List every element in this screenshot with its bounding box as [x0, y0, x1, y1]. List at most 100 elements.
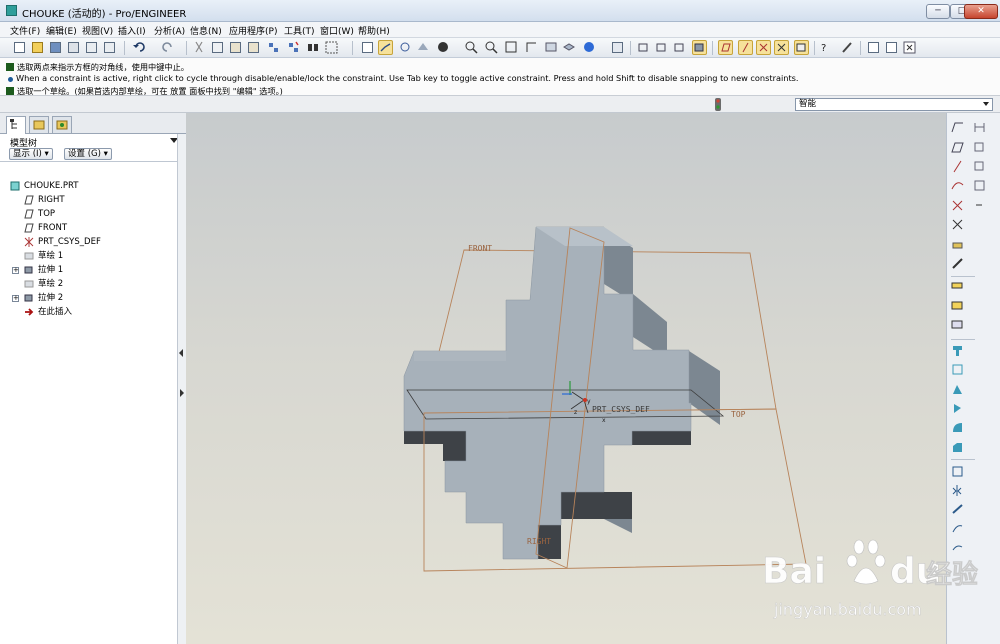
zoom-in-icon[interactable]	[464, 40, 479, 55]
csys-label: PRT_CSYS_DEF	[592, 405, 650, 414]
zoom-out-icon[interactable]	[484, 40, 499, 55]
display-style-icon[interactable]	[582, 40, 597, 55]
revolve-tool-icon[interactable]	[951, 300, 964, 313]
draft-tool-icon[interactable]	[951, 402, 964, 415]
sketch-grid-icon[interactable]	[360, 40, 375, 55]
hidden-line-icon[interactable]	[654, 40, 669, 55]
menu-insert[interactable]: 插入(I)	[118, 24, 146, 37]
merge-tool-icon[interactable]	[951, 503, 964, 516]
window-close-icon[interactable]	[902, 40, 917, 55]
svg-text:Bai: Bai	[762, 551, 826, 592]
csys-toggle-icon[interactable]	[774, 40, 789, 55]
annotation-edit-icon[interactable]	[840, 40, 855, 55]
analysis-tool-icon[interactable]	[951, 237, 964, 250]
expand-icon[interactable]: +	[12, 267, 19, 274]
orient-icon[interactable]	[416, 40, 431, 55]
new-file-icon[interactable]	[12, 40, 27, 55]
regenerate-icon[interactable]	[266, 40, 281, 55]
reorient-icon[interactable]	[524, 40, 539, 55]
paw-logo-icon	[846, 539, 886, 585]
find-icon[interactable]	[306, 40, 321, 55]
tree-item-label: CHOUKE.PRT	[24, 181, 79, 191]
chamfer-tool-icon[interactable]	[951, 441, 964, 454]
tab-favorites[interactable]	[52, 116, 72, 133]
tab-model-tree[interactable]	[6, 116, 26, 134]
menu-window[interactable]: 窗口(W)	[320, 24, 354, 37]
window-tile-icon[interactable]	[884, 40, 899, 55]
panel-splitter[interactable]	[177, 134, 186, 644]
open-file-icon[interactable]	[30, 40, 45, 55]
select-box-icon[interactable]	[324, 40, 339, 55]
minimize-button[interactable]: ─	[926, 4, 950, 19]
paste-special-icon[interactable]	[246, 40, 261, 55]
save-icon[interactable]	[48, 40, 63, 55]
tree-item-label: 拉伸 1	[38, 265, 64, 275]
close-button[interactable]: ✕	[964, 4, 998, 19]
pattern-tool-icon[interactable]	[951, 465, 964, 478]
regenerate-manager-icon[interactable]	[286, 40, 301, 55]
paste-icon[interactable]	[228, 40, 243, 55]
sketch-insert-icon[interactable]	[973, 121, 986, 134]
show-dropdown[interactable]: 显示 (I) ▾	[9, 148, 53, 160]
expand-arrow-icon[interactable]	[179, 389, 185, 397]
settings-dropdown[interactable]: 设置 (G) ▾	[64, 148, 112, 160]
context-help-icon[interactable]: ?	[818, 40, 833, 55]
cut-icon[interactable]	[192, 40, 207, 55]
copy-icon[interactable]	[210, 40, 225, 55]
menu-analysis[interactable]: 分析(A)	[154, 24, 185, 37]
shading-icon[interactable]	[436, 40, 451, 55]
axis-tool-icon[interactable]	[951, 160, 964, 173]
no-hidden-icon[interactable]	[672, 40, 687, 55]
email-icon[interactable]	[84, 40, 99, 55]
datum-plane-icon	[24, 209, 34, 219]
plane-tool-icon[interactable]	[951, 141, 964, 154]
extruded-cross-model[interactable]	[403, 226, 692, 560]
shaded-mode-icon[interactable]	[692, 40, 707, 55]
datum-points-icon[interactable]	[756, 40, 771, 55]
print-icon[interactable]	[66, 40, 81, 55]
tab-folder-browser[interactable]	[29, 116, 49, 133]
curve-tool-icon[interactable]	[951, 179, 964, 192]
trim-tool-icon[interactable]	[951, 522, 964, 535]
selection-filter-select[interactable]: 智能	[795, 98, 993, 111]
saved-views-icon[interactable]	[544, 40, 559, 55]
more-tools-icon[interactable]	[973, 199, 986, 212]
collapse-arrow-icon[interactable]	[179, 349, 185, 357]
point-tool-icon[interactable]	[951, 199, 964, 212]
menu-help[interactable]: 帮助(H)	[358, 24, 390, 37]
round-tool-icon[interactable]	[951, 421, 964, 434]
grid-tool-icon[interactable]	[973, 179, 986, 192]
annotation-icon[interactable]	[794, 40, 809, 55]
rib-tool-icon[interactable]	[951, 383, 964, 396]
menu-tools[interactable]: 工具(T)	[284, 24, 315, 37]
window-activate-icon[interactable]	[866, 40, 881, 55]
menu-file[interactable]: 文件(F)	[10, 24, 40, 37]
expand-icon[interactable]: +	[12, 295, 19, 302]
datum-axes-icon[interactable]	[738, 40, 753, 55]
datum-plane-icon	[24, 195, 34, 205]
wireframe-icon[interactable]	[636, 40, 651, 55]
undo-icon[interactable]	[132, 40, 147, 55]
view-manager-icon[interactable]	[610, 40, 625, 55]
sweep-tool-icon[interactable]	[951, 319, 964, 332]
spin-center-icon[interactable]	[398, 40, 413, 55]
layers-icon[interactable]	[562, 40, 577, 55]
extrude-tool-icon[interactable]	[951, 281, 964, 294]
paste-feature-icon[interactable]	[973, 160, 986, 173]
copy-feature-icon[interactable]	[973, 141, 986, 154]
email-link-icon[interactable]	[102, 40, 117, 55]
mirror-tool-icon[interactable]	[951, 484, 964, 497]
datum-planes-icon[interactable]	[718, 40, 733, 55]
datum-plane-tool-icon[interactable]	[951, 121, 964, 134]
menu-applications[interactable]: 应用程序(P)	[229, 24, 277, 37]
menu-info[interactable]: 信息(N)	[190, 24, 222, 37]
shell-tool-icon[interactable]	[951, 363, 964, 376]
menu-view[interactable]: 视图(V)	[82, 24, 113, 37]
sketch-tool-icon[interactable]	[951, 257, 964, 270]
menu-edit[interactable]: 编辑(E)	[46, 24, 77, 37]
csys-display-icon[interactable]	[378, 40, 393, 55]
csys-tool-icon[interactable]	[951, 218, 964, 231]
redo-icon[interactable]	[160, 40, 175, 55]
hole-tool-icon[interactable]	[951, 344, 964, 357]
refit-icon[interactable]	[504, 40, 519, 55]
